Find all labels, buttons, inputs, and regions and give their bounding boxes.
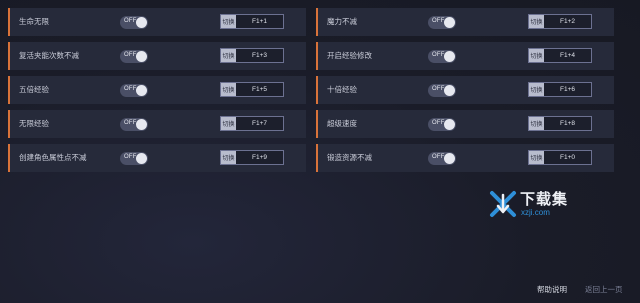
toggle-knob	[444, 85, 455, 96]
download-arrow-icon	[490, 191, 516, 217]
hotkey-field[interactable]: 切换 F1+1	[220, 14, 284, 29]
cheat-name: 开启经验修改	[327, 51, 372, 60]
toggle-knob	[136, 17, 147, 28]
switch-label: 切换	[529, 49, 544, 62]
cheat-row: 开启经验修改 OFF 切换 F1+4	[316, 42, 614, 70]
cheat-row: 魔力不减 OFF 切换 F1+2	[316, 8, 614, 36]
cheat-toggle[interactable]: OFF	[120, 84, 148, 97]
cheat-name: 锻造资源不减	[327, 153, 372, 162]
back-link[interactable]: 返回上一页	[585, 284, 623, 295]
switch-label: 切换	[221, 117, 236, 130]
hotkey-value: F1+1	[252, 18, 267, 25]
toggle-knob	[136, 85, 147, 96]
switch-label: 切换	[529, 151, 544, 164]
hotkey-value: F1+5	[252, 86, 267, 93]
cheat-toggle[interactable]: OFF	[120, 118, 148, 131]
switch-label: 切换	[529, 15, 544, 28]
hotkey-field[interactable]: 切换 F1+4	[528, 48, 592, 63]
hotkey-value: F1+8	[560, 120, 575, 127]
cheat-toggle[interactable]: OFF	[428, 16, 456, 29]
watermark-logo: 下载集 xzji.com	[488, 186, 568, 226]
toggle-state-label: OFF	[124, 86, 137, 92]
cheat-name: 复活夹能次数不减	[19, 51, 79, 60]
toggle-state-label: OFF	[432, 120, 445, 126]
hotkey-field[interactable]: 切换 F1+0	[528, 150, 592, 165]
hotkey-field[interactable]: 切换 F1+2	[528, 14, 592, 29]
toggle-state-label: OFF	[432, 86, 445, 92]
switch-label: 切换	[221, 83, 236, 96]
hotkey-value: F1+7	[252, 120, 267, 127]
switch-label: 切换	[529, 83, 544, 96]
cheat-name: 超级速度	[327, 119, 357, 128]
watermark-domain: xzji.com	[521, 208, 550, 217]
hotkey-field[interactable]: 切换 F1+9	[220, 150, 284, 165]
cheat-toggle[interactable]: OFF	[428, 84, 456, 97]
toggle-knob	[444, 17, 455, 28]
cheat-row: 超级速度 OFF 切换 F1+8	[316, 110, 614, 138]
cheat-toggle[interactable]: OFF	[120, 16, 148, 29]
toggle-state-label: OFF	[432, 18, 445, 24]
toggle-knob	[444, 119, 455, 130]
cheat-name: 魔力不减	[327, 17, 357, 26]
toggle-state-label: OFF	[124, 52, 137, 58]
toggle-state-label: OFF	[432, 52, 445, 58]
toggle-state-label: OFF	[124, 154, 137, 160]
cheat-toggle[interactable]: OFF	[428, 152, 456, 165]
hotkey-value: F1+4	[560, 52, 575, 59]
toggle-knob	[136, 51, 147, 62]
cheat-toggle[interactable]: OFF	[428, 118, 456, 131]
cheat-name: 五倍经验	[19, 85, 49, 94]
hotkey-value: F1+3	[252, 52, 267, 59]
hotkey-field[interactable]: 切换 F1+7	[220, 116, 284, 131]
hotkey-value: F1+6	[560, 86, 575, 93]
hotkey-value: F1+9	[252, 154, 267, 161]
switch-label: 切换	[221, 49, 236, 62]
cheat-name: 十倍经验	[327, 85, 357, 94]
hotkey-field[interactable]: 切换 F1+8	[528, 116, 592, 131]
cheat-grid: 生命无限 OFF 切换 F1+1 魔力不减 OFF 切换 F1+2 复活夹能次数…	[8, 8, 614, 172]
cheat-toggle[interactable]: OFF	[120, 152, 148, 165]
help-link[interactable]: 帮助说明	[537, 284, 567, 295]
hotkey-field[interactable]: 切换 F1+6	[528, 82, 592, 97]
toggle-knob	[136, 153, 147, 164]
cheat-toggle[interactable]: OFF	[120, 50, 148, 63]
cheat-row: 复活夹能次数不减 OFF 切换 F1+3	[8, 42, 306, 70]
cheat-row: 十倍经验 OFF 切换 F1+6	[316, 76, 614, 104]
watermark-title: 下载集	[520, 191, 569, 208]
cheat-toggle[interactable]: OFF	[428, 50, 456, 63]
hotkey-field[interactable]: 切换 F1+5	[220, 82, 284, 97]
hotkey-field[interactable]: 切换 F1+3	[220, 48, 284, 63]
cheat-name: 创建角色属性点不减	[19, 153, 87, 162]
cheat-name: 生命无限	[19, 17, 49, 26]
switch-label: 切换	[221, 15, 236, 28]
cheat-row: 生命无限 OFF 切换 F1+1	[8, 8, 306, 36]
toggle-state-label: OFF	[124, 18, 137, 24]
toggle-state-label: OFF	[124, 120, 137, 126]
hotkey-value: F1+0	[560, 154, 575, 161]
toggle-knob	[444, 153, 455, 164]
cheat-row: 五倍经验 OFF 切换 F1+5	[8, 76, 306, 104]
switch-label: 切换	[221, 151, 236, 164]
cheat-row: 无限经验 OFF 切换 F1+7	[8, 110, 306, 138]
switch-label: 切换	[529, 117, 544, 130]
hotkey-value: F1+2	[560, 18, 575, 25]
cheat-row: 创建角色属性点不减 OFF 切换 F1+9	[8, 144, 306, 172]
toggle-state-label: OFF	[432, 154, 445, 160]
cheat-row: 锻造资源不减 OFF 切换 F1+0	[316, 144, 614, 172]
toggle-knob	[444, 51, 455, 62]
cheat-name: 无限经验	[19, 119, 49, 128]
toggle-knob	[136, 119, 147, 130]
